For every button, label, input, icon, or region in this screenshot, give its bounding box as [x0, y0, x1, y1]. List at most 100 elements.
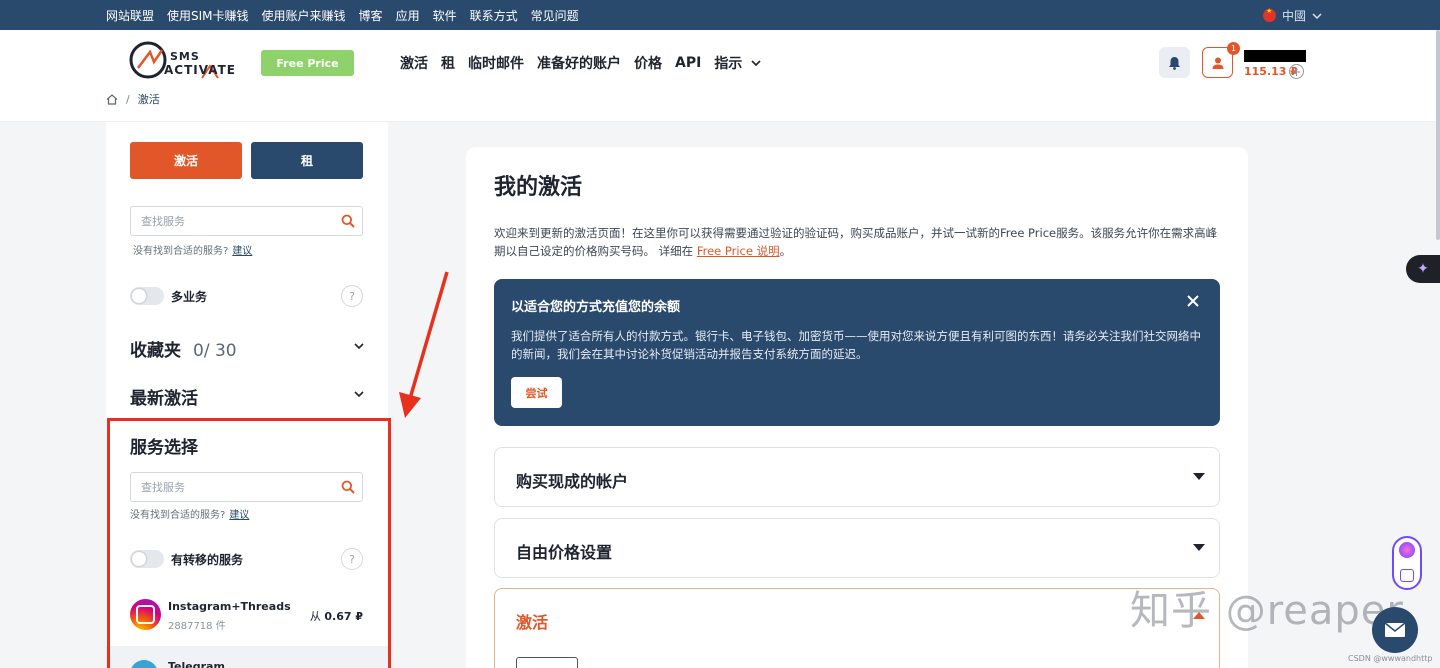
home-icon[interactable] — [106, 93, 118, 105]
language-label: 中國 — [1281, 9, 1306, 23]
top-link-contacts[interactable]: 联系方式 — [470, 7, 518, 24]
promo-title: 以适合您的方式充值您的余额 — [511, 300, 681, 315]
csdn-watermark: CSDN @wwwandhttp — [1348, 654, 1433, 663]
accordion-free-price-settings[interactable]: 自由价格设置 — [494, 518, 1220, 578]
accordion-label: 自由价格设置 — [516, 543, 613, 562]
top-link-account-earn[interactable]: 使用账户来赚钱 — [262, 7, 346, 24]
free-price-button[interactable]: Free Price — [261, 50, 354, 76]
nav-instructions[interactable]: 指示 — [714, 53, 742, 73]
chevron-down-icon[interactable] — [354, 343, 364, 349]
service-row-instagram[interactable]: Instagram+Threads 2887718 件 从 0.67 ₽ — [130, 598, 363, 632]
search-icon[interactable] — [341, 480, 355, 494]
not-found-hint-2: 没有找到合适的服务? 建议 — [130, 506, 249, 521]
zhihu-watermark: 知乎 @reaper — [1130, 588, 1404, 634]
breadcrumb-current: 激活 — [137, 93, 160, 106]
service-row-telegram[interactable]: Telegram — [106, 646, 388, 668]
suggest-link-2[interactable]: 建议 — [229, 510, 249, 521]
favorites-label: 收藏夹 — [130, 341, 181, 361]
caret-down-icon — [1193, 473, 1205, 480]
accordion-label: 购买现成的帐户 — [516, 472, 629, 491]
nav-temp-mail[interactable]: 临时邮件 — [468, 53, 524, 73]
main-nav: 激活 租 临时邮件 准备好的账户 价格 API 指示 — [400, 53, 761, 73]
nav-rent[interactable]: 租 — [441, 53, 455, 73]
accordion-label: 激活 — [516, 613, 549, 632]
mail-button[interactable] — [1372, 607, 1418, 653]
service-search-input[interactable] — [131, 207, 321, 235]
transfer-service-toggle[interactable] — [130, 550, 164, 568]
redacted-username — [1244, 50, 1306, 62]
multi-service-help[interactable]: ? — [341, 285, 363, 307]
top-link-software[interactable]: 软件 — [433, 7, 457, 24]
assistant-orb-icon — [1399, 542, 1415, 558]
not-found-text-2: 没有找到合适的服务? — [130, 510, 226, 521]
sms-activate-logo[interactable]: SMS ACTIVATE — [128, 40, 240, 86]
free-price-info-link[interactable]: Free Price 说明 — [697, 244, 780, 258]
chevron-down-icon[interactable] — [751, 60, 761, 66]
nav-ready-accounts[interactable]: 准备好的账户 — [537, 53, 621, 73]
transfer-service-label: 有转移的服务 — [171, 553, 244, 567]
recent-activations-title[interactable]: 最新激活 — [130, 384, 198, 409]
telegram-icon — [130, 660, 158, 668]
china-flag-icon — [1262, 7, 1276, 22]
intro-text: 欢迎来到更新的激活页面！在这里你可以获得需要通过验证的验证码，购买成品账户，并试… — [494, 226, 1218, 258]
instagram-icon — [130, 599, 161, 630]
service-count: 2887718 件 — [168, 621, 226, 632]
service-price: 从 0.67 ₽ — [310, 608, 363, 624]
notifications-button[interactable] — [1159, 47, 1190, 78]
activate-mode-button[interactable]: 激活 — [130, 142, 242, 179]
annotation-arrow-icon — [399, 271, 449, 418]
service-search-box — [130, 206, 363, 236]
chevron-down-icon[interactable] — [354, 391, 364, 397]
favorites-title[interactable]: 收藏夹 0/ 30 — [130, 336, 237, 361]
suggest-link[interactable]: 建议 — [232, 246, 252, 257]
top-link-faq[interactable]: 常见问题 — [531, 7, 579, 24]
nav-activate[interactable]: 激活 — [400, 53, 428, 73]
transfer-service-help[interactable]: ? — [341, 548, 363, 570]
service-select-title: 服务选择 — [130, 438, 198, 458]
top-link-blog[interactable]: 博客 — [359, 7, 383, 24]
breadcrumb-separator: / — [126, 92, 130, 106]
not-found-text: 没有找到合适的服务? — [133, 246, 229, 257]
promo-try-button[interactable]: 尝试 — [511, 377, 562, 408]
sparkle-icon[interactable]: ✦ — [1406, 255, 1440, 283]
page-title: 我的激活 — [494, 175, 583, 200]
multi-service-label: 多业务 — [171, 290, 208, 304]
top-link-sim-earn[interactable]: 使用SIM卡赚钱 — [167, 7, 249, 24]
multi-service-toggle[interactable] — [130, 287, 164, 305]
multi-service-row: 多业务 ? — [130, 285, 363, 307]
filter-chip[interactable] — [516, 657, 578, 668]
accordion-buy-accounts[interactable]: 购买现成的帐户 — [494, 447, 1220, 507]
transfer-service-row: 有转移的服务 ? — [130, 548, 363, 570]
top-up-promo-banner: 以适合您的方式充值您的余额 我们提供了适合所有人的付款方式。银行卡、电子钱包、加… — [494, 279, 1220, 426]
promo-text: 我们提供了适合所有人的付款方式。银行卡、电子钱包、加密货币——使用对您来说方便且… — [511, 329, 1201, 361]
price-value: 0.67 ₽ — [324, 610, 363, 623]
top-link-affiliate[interactable]: 网站联盟 — [106, 7, 154, 24]
service-select-search-box — [130, 472, 363, 502]
user-icon — [1212, 57, 1223, 69]
service-name: Instagram+Threads — [168, 600, 291, 613]
add-balance-button[interactable]: + — [1289, 64, 1304, 79]
not-found-hint: 没有找到合适的服务? 建议 — [133, 242, 252, 257]
top-link-apps[interactable]: 应用 — [396, 7, 420, 24]
nav-prices[interactable]: 价格 — [634, 53, 662, 73]
sidebar: 激活 租 没有找到合适的服务?建议 多业务 ? 收藏夹0/ 30 最新激活 服务… — [106, 122, 388, 668]
favorites-count: 0/ 30 — [193, 341, 237, 361]
page-scrollbar[interactable] — [1436, 30, 1440, 240]
rent-mode-button[interactable]: 租 — [251, 142, 363, 179]
logo-text-sms: SMS — [170, 50, 200, 63]
search-icon[interactable] — [341, 214, 355, 228]
close-icon[interactable] — [1186, 294, 1200, 308]
intro-text-block: 欢迎来到更新的激活页面！在这里你可以获得需要通过验证的验证码，购买成品账户，并试… — [494, 224, 1220, 260]
service-name-partial: Telegram — [168, 660, 225, 668]
caret-down-icon — [1193, 544, 1205, 551]
top-bar: 网站联盟 使用SIM卡赚钱 使用账户来赚钱 博客 应用 软件 联系方式 常见问题… — [0, 0, 1440, 30]
service-select-search-input[interactable] — [131, 473, 321, 501]
accordion-activations[interactable]: 激活 — [494, 588, 1220, 668]
logo-text-activate: ACTIVATE — [164, 63, 236, 77]
mail-icon — [1384, 622, 1406, 637]
intro-end: 。 — [779, 244, 792, 258]
header: SMS ACTIVATE Free Price 激活 租 临时邮件 准备好的账户… — [0, 30, 1440, 122]
language-selector[interactable]: 中國 — [1262, 7, 1322, 24]
top-links: 网站联盟 使用SIM卡赚钱 使用账户来赚钱 博客 应用 软件 联系方式 常见问题 — [106, 7, 579, 24]
nav-api[interactable]: API — [675, 55, 701, 71]
